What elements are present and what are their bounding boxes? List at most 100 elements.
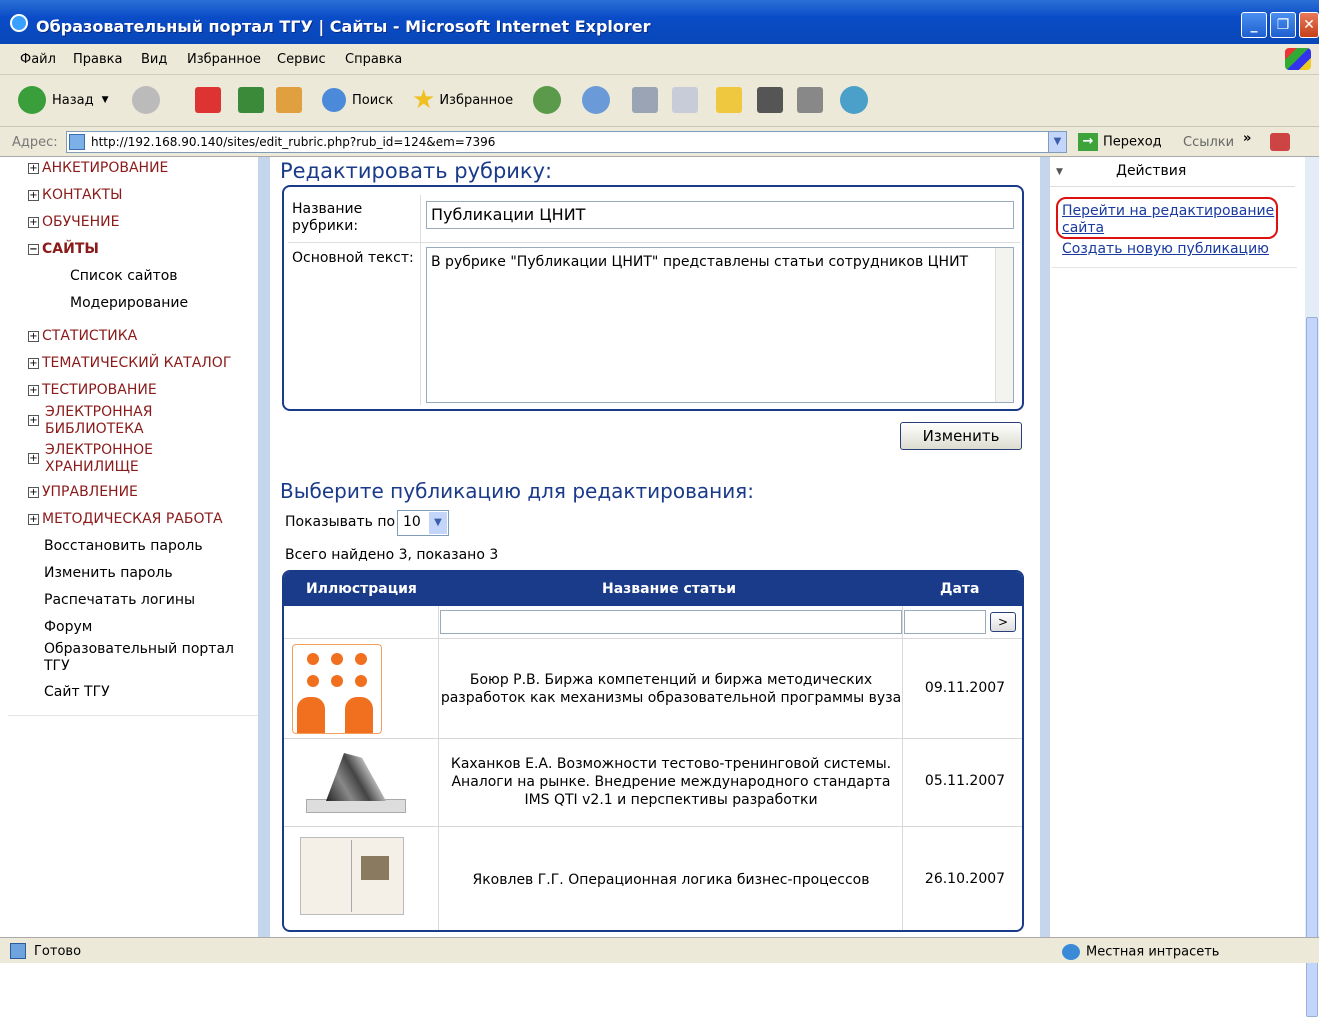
tree-item-management[interactable]: + УПРАВЛЕНИЕ — [28, 484, 138, 501]
search-button[interactable]: Поиск — [322, 83, 393, 117]
row-date: 26.10.2007 — [924, 871, 1006, 887]
title-filter-input[interactable] — [440, 610, 902, 634]
tree-item-surveys[interactable]: + АНКЕТИРОВАНИЕ — [28, 160, 168, 177]
status-bar: Готово Местная интрасеть — [0, 937, 1319, 963]
link-change-password[interactable]: Изменить пароль — [44, 565, 173, 581]
edit-site-link[interactable]: Перейти на редактирование сайта — [1062, 203, 1274, 237]
table-row[interactable]: Боюр Р.В. Биржа компетенций и биржа мето… — [284, 638, 1022, 738]
messenger-icon — [840, 86, 868, 114]
menu-tools[interactable]: Сервис — [277, 52, 326, 67]
tree-item-contacts[interactable]: + КОНТАКТЫ — [28, 187, 122, 204]
intranet-icon — [1062, 944, 1080, 960]
maximize-button[interactable]: ❐ — [1270, 12, 1296, 38]
chevron-icon[interactable]: » — [1243, 131, 1251, 146]
tree-sub-site-list[interactable]: Список сайтов — [70, 268, 178, 284]
print-button[interactable] — [632, 83, 658, 117]
link-restore-password[interactable]: Восстановить пароль — [44, 538, 203, 554]
forward-arrow-icon — [132, 86, 160, 114]
edit-button[interactable] — [672, 83, 698, 117]
link-portal[interactable]: Образовательный портал ТГУ — [44, 641, 234, 675]
col-title[interactable]: Название статьи — [602, 581, 736, 597]
page-size-select[interactable]: 10 ▼ — [397, 510, 449, 536]
col-date[interactable]: Дата — [940, 581, 979, 597]
menu-favorites[interactable]: Избранное — [187, 52, 261, 67]
page-done-icon — [10, 943, 26, 959]
address-input[interactable]: http://192.168.90.140/sites/edit_rubric.… — [66, 131, 1066, 153]
col-illustration[interactable]: Иллюстрация — [306, 581, 417, 597]
title-bar: Образовательный портал ТГУ | Сайты - Mic… — [0, 0, 1319, 44]
close-button[interactable]: ✕ — [1299, 12, 1319, 38]
tree-item-catalog[interactable]: + ТЕМАТИЧЕСКИЙ КАТАЛОГ — [28, 355, 231, 372]
k-icon — [757, 87, 783, 113]
favorites-button[interactable]: ★ Избранное — [412, 83, 513, 117]
menu-bar: Файл Правка Вид Избранное Сервис Справка — [0, 44, 1319, 75]
link-print-logins[interactable]: Распечатать логины — [44, 592, 195, 608]
tree-item-elibrary[interactable]: + ЭЛЕКТРОННАЯ БИБЛИОТЕКА — [28, 404, 152, 438]
collapse-icon[interactable]: ▼ — [1056, 167, 1063, 177]
table-header: Иллюстрация Название статьи Дата — [284, 572, 1022, 606]
menu-view[interactable]: Вид — [141, 52, 167, 67]
text-label: Основной текст: — [292, 250, 414, 266]
change-button[interactable]: Изменить — [900, 422, 1022, 450]
tree-sub-moderation[interactable]: Модерирование — [70, 295, 188, 311]
scroll-thumb[interactable] — [1306, 317, 1318, 1017]
tree-item-methodical[interactable]: + МЕТОДИЧЕСКАЯ РАБОТА — [28, 511, 223, 528]
star-icon: ★ — [412, 85, 436, 115]
row-title: Боюр Р.В. Биржа компетенций и биржа мето… — [440, 672, 902, 706]
table-row[interactable]: Яковлев Г.Г. Операционная логика бизнес-… — [284, 826, 1022, 930]
date-filter-input[interactable] — [904, 610, 986, 634]
page-scrollbar[interactable] — [1305, 157, 1319, 1017]
link-forum[interactable]: Форум — [44, 619, 92, 635]
favorites-label: Избранное — [439, 92, 514, 108]
back-arrow-icon — [18, 86, 46, 114]
rubric-name-input[interactable]: Публикации ЦНИТ — [426, 201, 1014, 229]
acrobat-icon[interactable] — [1270, 133, 1290, 151]
menu-file[interactable]: Файл — [20, 52, 56, 67]
row-date: 05.11.2007 — [924, 773, 1006, 789]
address-label: Адрес: — [12, 135, 58, 150]
textarea-scrollbar[interactable] — [995, 248, 1013, 402]
discuss-button[interactable] — [716, 83, 742, 117]
stop-button[interactable] — [195, 83, 221, 117]
right-splitter[interactable] — [1040, 157, 1050, 937]
tree-item-statistics[interactable]: + СТАТИСТИКА — [28, 328, 137, 345]
menu-help[interactable]: Справка — [345, 52, 402, 67]
tree-item-testing[interactable]: + ТЕСТИРОВАНИЕ — [28, 382, 157, 399]
people-button[interactable] — [840, 83, 868, 117]
links-button[interactable]: Ссылки — [1183, 135, 1234, 150]
people-icon — [292, 644, 382, 734]
link-site-tgu[interactable]: Сайт ТГУ — [44, 684, 110, 700]
table-row[interactable]: Каханков Е.А. Возможности тестово-тренин… — [284, 738, 1022, 826]
address-dropdown[interactable]: ▼ — [1048, 131, 1067, 153]
mail-button[interactable] — [582, 83, 610, 117]
refresh-icon — [238, 87, 264, 113]
filter-button[interactable]: > — [990, 612, 1016, 632]
k-button[interactable] — [757, 83, 783, 117]
menu-edit[interactable]: Правка — [73, 52, 122, 67]
back-label: Назад — [52, 92, 94, 108]
left-splitter[interactable] — [258, 157, 270, 937]
status-text: Готово — [34, 944, 82, 959]
tree-item-education[interactable]: + ОБУЧЕНИЕ — [28, 214, 119, 231]
tree-item-estorage[interactable]: + ЭЛЕКТРОННОЕ ХРАНИЛИЩЕ — [28, 442, 153, 476]
tree-item-sites[interactable]: − САЙТЫ — [28, 241, 99, 258]
back-button[interactable]: Назад ▼ — [18, 83, 109, 117]
forward-button[interactable] — [132, 83, 160, 117]
address-url: http://192.168.90.140/sites/edit_rubric.… — [91, 135, 496, 149]
edit-form: Название рубрики: Публикации ЦНИТ Основно… — [282, 185, 1024, 411]
minimize-button[interactable]: _ — [1241, 12, 1267, 38]
create-publication-link[interactable]: Создать новую публикацию — [1062, 241, 1269, 258]
publications-table: Иллюстрация Название статьи Дата > Боюр … — [282, 570, 1024, 932]
book-pages-icon — [306, 751, 410, 817]
refresh-button[interactable] — [238, 83, 264, 117]
open-book-icon — [300, 837, 404, 915]
history-button[interactable] — [533, 83, 561, 117]
window-title: Образовательный портал ТГУ | Сайты - Mic… — [36, 17, 651, 36]
go-button[interactable]: → Переход — [1078, 133, 1162, 151]
messenger-button[interactable] — [797, 83, 823, 117]
home-button[interactable] — [276, 83, 302, 117]
rubric-text-area[interactable]: В рубрике "Публикации ЦНИТ" представлены… — [426, 247, 1014, 403]
history-icon — [533, 86, 561, 114]
stop-icon — [195, 87, 221, 113]
main-content: Редактировать рубрику: Название рубрики: … — [270, 157, 1040, 937]
